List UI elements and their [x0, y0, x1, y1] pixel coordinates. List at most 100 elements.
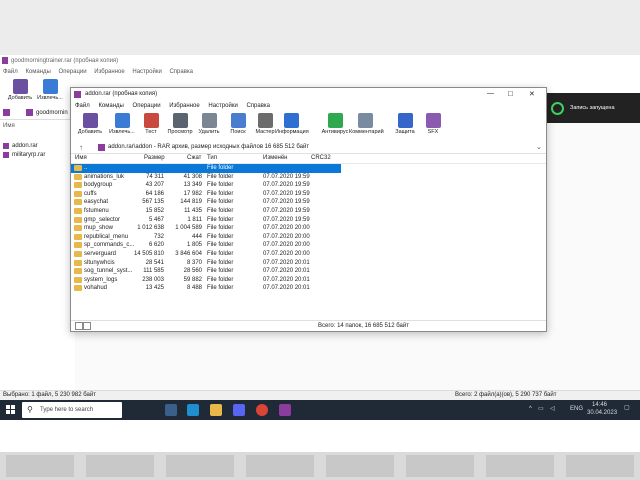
list-item[interactable]: addon.rar — [1, 142, 71, 151]
column-size[interactable]: Размер — [144, 155, 165, 161]
recording-notification[interactable]: Запись запущена — [542, 93, 640, 123]
network-icon[interactable]: ▭ — [538, 405, 544, 412]
menu-operations[interactable]: Операции — [59, 69, 87, 75]
bg-extract-button[interactable]: Извлечь... — [34, 79, 66, 107]
sfx-icon — [425, 113, 441, 128]
column-packed[interactable]: Сжат — [187, 155, 201, 161]
tool-button-9[interactable]: Комментарий — [349, 113, 384, 141]
close-button[interactable]: ✕ — [529, 90, 535, 98]
column-name[interactable]: Имя — [75, 155, 87, 161]
chrome-icon[interactable] — [256, 404, 268, 416]
column-crc32[interactable]: CRC32 — [311, 155, 331, 161]
language-indicator[interactable]: ENG — [570, 406, 583, 412]
menu-file[interactable]: Файл — [3, 69, 18, 75]
protect-icon — [397, 113, 413, 128]
minimize-button[interactable]: — — [487, 90, 494, 97]
tool-button-4[interactable]: Удалить — [193, 113, 225, 141]
background-statusbar: Выбрано: 1 файл, 5 230 982 байт Всего: 2… — [0, 390, 640, 400]
cell-modified: 07.07.2020 20:00 — [263, 251, 310, 257]
maximize-button[interactable]: □ — [508, 89, 513, 98]
folder-icon — [74, 251, 82, 257]
window-title: addon.rar (пробная копия) — [85, 91, 158, 97]
tool-label: Комментарий — [349, 129, 384, 135]
cell-type: File folder — [207, 165, 234, 171]
column-type[interactable]: Тип — [207, 155, 217, 161]
cell-type: File folder — [207, 225, 234, 232]
cell-size: 64 186 — [145, 190, 164, 197]
folder-icon — [74, 190, 82, 197]
tool-button-1[interactable]: Извлечь... — [106, 113, 138, 141]
cell-size: 14 505 810 — [133, 251, 164, 257]
bg-add-button[interactable]: Добавить — [4, 79, 36, 107]
cell-type: File folder — [207, 233, 234, 240]
folder-icon — [74, 233, 82, 240]
menu-commands[interactable]: Команды — [25, 69, 50, 75]
background-window-title: goodmorningtrainer.rar (пробная копия) — [11, 58, 119, 64]
tool-button-3[interactable]: Просмотр — [164, 113, 196, 141]
status-selected: Выбрано: 1 файл, 5 230 982 байт — [3, 392, 96, 398]
search-placeholder: Type here to search — [40, 407, 94, 413]
find-icon — [230, 113, 246, 128]
windows-start-icon[interactable] — [6, 405, 15, 414]
tool-button-11[interactable]: SFX — [417, 113, 449, 141]
menu-favorites[interactable]: Избранное — [169, 103, 199, 109]
clock-time[interactable]: 14:46 — [592, 402, 607, 408]
up-arrow-icon[interactable]: ↑ — [79, 143, 83, 152]
folder-icon — [74, 276, 82, 283]
cell-size: 15 852 — [145, 208, 164, 214]
discord-icon[interactable] — [233, 404, 245, 416]
menu-commands[interactable]: Команды — [98, 103, 123, 109]
tool-button-8[interactable]: Антивирус — [319, 113, 351, 141]
menu-help[interactable]: Справка — [169, 69, 193, 75]
tool-label: Просмотр — [167, 129, 193, 135]
info-icon — [283, 113, 299, 128]
menu-operations[interactable]: Операции — [133, 103, 161, 109]
address-path: addon.rar\addon - RAR архив, размер исхо… — [108, 144, 310, 150]
table-row[interactable]: vohahud 13 425 8 488 File folder 07.07.2020 … — [71, 284, 341, 293]
status-total: Всего: 14 папок, 16 685 512 байт — [318, 323, 409, 329]
tool-button-2[interactable]: Тест — [135, 113, 167, 141]
cell-type: File folder — [207, 268, 234, 275]
winrar-window: addon.rar (пробная копия) — □ ✕ Файл Ком… — [70, 87, 547, 332]
tool-label: Антивирус — [321, 129, 349, 135]
menu-settings[interactable]: Настройки — [208, 103, 237, 109]
tool-button-7[interactable]: Информация — [275, 113, 309, 141]
menu-favorites[interactable]: Избранное — [94, 69, 124, 75]
menu-file[interactable]: Файл — [75, 103, 90, 109]
file-explorer-icon[interactable] — [210, 404, 222, 416]
address-bar[interactable]: ↑ addon.rar\addon - RAR архив, размер ис… — [71, 142, 546, 154]
tool-label: Извлечь... — [109, 129, 135, 135]
cell-modified: 07.07.2020 19:59 — [263, 216, 310, 223]
column-modified[interactable]: Изменён — [263, 155, 288, 161]
comment-icon — [357, 113, 373, 128]
tool-button-0[interactable]: Добавить — [74, 113, 106, 141]
clock-date[interactable]: 30.04.2023 — [587, 410, 617, 416]
notifications-icon[interactable]: ▢ — [624, 404, 630, 411]
tool-label: SFX — [427, 129, 439, 135]
notification-text: Запись запущена — [570, 105, 615, 111]
test-icon — [143, 113, 159, 128]
cell-packed: 444 — [191, 233, 202, 240]
task-view-icon[interactable] — [165, 404, 177, 416]
volume-icon[interactable]: ◁ — [550, 405, 555, 412]
tray-chevron-icon[interactable]: ^ — [529, 406, 532, 412]
background-address-bar[interactable]: goodmornin — [0, 107, 75, 120]
cell-name: sp_commands_c... — [84, 242, 135, 249]
taskbar-search[interactable]: ⚲ Type here to search — [22, 402, 122, 418]
cell-name: system_logs — [84, 276, 118, 283]
list-item[interactable]: militaryrp.rar — [1, 151, 71, 160]
bg-column-name[interactable]: Имя — [3, 123, 15, 129]
chevron-down-icon[interactable]: ⌄ — [536, 143, 542, 151]
cell-type: File folder — [207, 285, 234, 292]
cell-size: 13 425 — [145, 285, 164, 292]
edge-icon[interactable] — [187, 404, 199, 416]
folder-icon — [74, 208, 82, 214]
cell-name: sog_tunnel_syst... — [84, 268, 133, 275]
status-total: Всего: 2 файл(а)(ов), 5 290 737 байт — [455, 392, 557, 398]
menu-settings[interactable]: Настройки — [132, 69, 161, 75]
cell-size: 732 — [153, 233, 164, 240]
window-titlebar[interactable]: addon.rar (пробная копия) — □ ✕ — [71, 88, 546, 101]
menu-help[interactable]: Справка — [246, 103, 270, 109]
winrar-taskbar-icon[interactable] — [279, 404, 291, 416]
folder-icon — [74, 268, 82, 275]
